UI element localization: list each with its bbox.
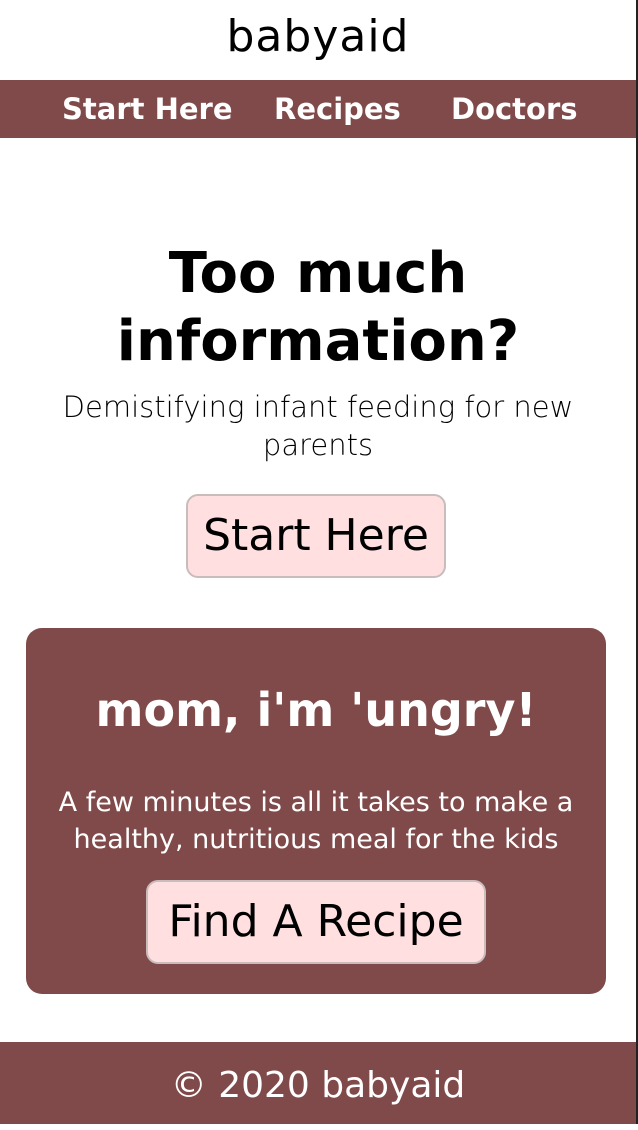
- hero-title: Too much information?: [116, 241, 520, 374]
- find-recipe-button[interactable]: Find A Recipe: [146, 880, 486, 964]
- site-logo[interactable]: babyaid: [0, 8, 636, 66]
- footer-copyright: © 2020 babyaid: [170, 1065, 466, 1106]
- nav-item-recipes[interactable]: Recipes: [274, 80, 401, 138]
- nav-item-doctors[interactable]: Doctors: [451, 80, 578, 138]
- footer: © 2020 babyaid: [0, 1042, 636, 1124]
- card-text: A few minutes is all it takes to make a …: [58, 787, 574, 855]
- recipe-card: mom, i'm 'ungry! A few minutes is all it…: [26, 628, 606, 994]
- card-title: mom, i'm 'ungry!: [95, 683, 537, 737]
- main-nav: Start Here Recipes Doctors: [0, 80, 636, 138]
- nav-item-start-here[interactable]: Start Here: [62, 80, 233, 138]
- page-frame: babyaid Start Here Recipes Doctors Too m…: [0, 0, 638, 1124]
- hero-subtitle: Demistifying infant feeding for new pare…: [62, 390, 574, 462]
- start-here-button[interactable]: Start Here: [186, 494, 446, 578]
